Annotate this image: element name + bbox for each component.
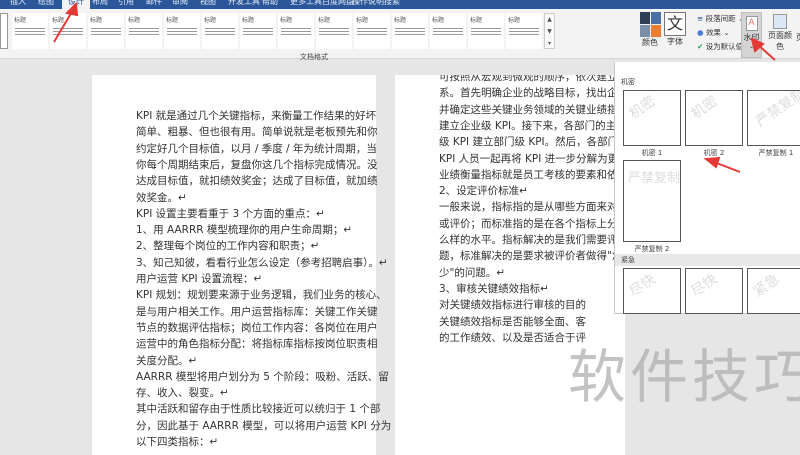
arrow-to-design-tab — [53, 9, 74, 43]
arrowhead — [64, 1, 79, 17]
arrowhead — [703, 156, 721, 169]
paragraph-line: 以下四类指标：↵ — [136, 436, 219, 448]
annotation-arrows — [53, 1, 776, 173]
